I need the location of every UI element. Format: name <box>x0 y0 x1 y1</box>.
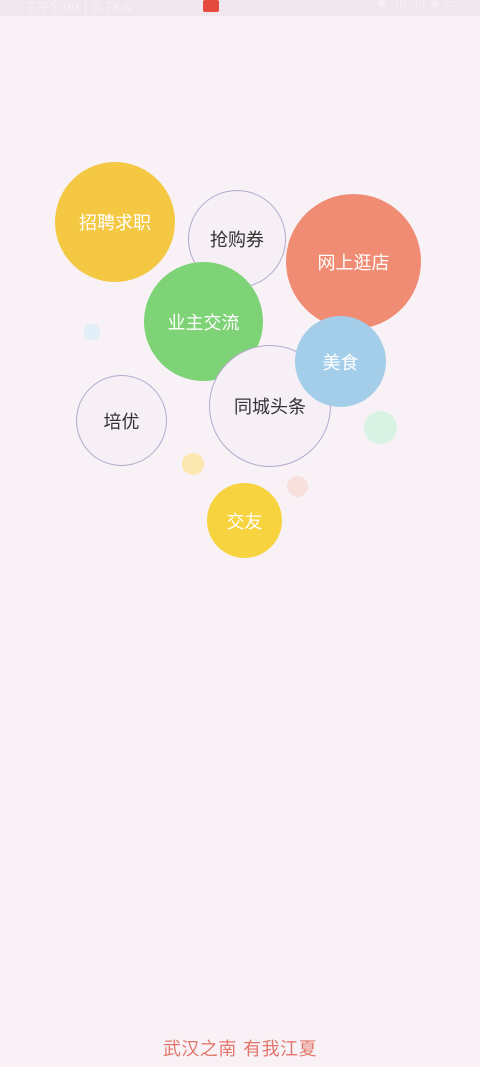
bubble-tutoring[interactable]: 培优 <box>76 375 167 466</box>
bubble-city-news-label: 同城头条 <box>234 397 306 418</box>
decor-dot-green <box>364 411 397 444</box>
app-screen: 下午5:00 | 0.7K/s ✱ .ıll .ıll ◈ ▭ 招聘求职 抢购券… <box>0 0 480 1067</box>
bubble-tutoring-label: 培优 <box>103 411 140 433</box>
bubble-owner-exchange-label: 业主交流 <box>167 312 240 334</box>
bubble-recruit[interactable]: 招聘求职 <box>55 162 175 282</box>
bubble-make-friends[interactable]: 交友 <box>207 483 282 558</box>
decor-dot-yellow <box>182 453 204 475</box>
bubble-coupon-label: 抢购券 <box>210 230 264 251</box>
status-time: 下午5:00 | 0.7K/s <box>24 1 133 16</box>
bubble-food[interactable]: 美食 <box>295 316 386 407</box>
status-bar: 下午5:00 | 0.7K/s ✱ .ıll .ıll ◈ ▭ <box>0 0 480 16</box>
decor-dot-blue <box>84 324 100 340</box>
bubble-recruit-label: 招聘求职 <box>79 213 151 234</box>
bubble-make-friends-label: 交友 <box>226 511 263 533</box>
decor-dot-peach <box>287 476 308 497</box>
bubble-online-shop[interactable]: 网上逛店 <box>286 194 421 329</box>
status-indicators: ✱ .ıll .ıll ◈ ▭ <box>376 0 456 12</box>
footer-slogan: 武汉之南 有我江夏 <box>162 1039 318 1060</box>
bubble-food-label: 美食 <box>322 352 359 374</box>
app-notification-icon <box>203 0 219 12</box>
bubble-online-shop-label: 网上逛店 <box>317 252 390 274</box>
